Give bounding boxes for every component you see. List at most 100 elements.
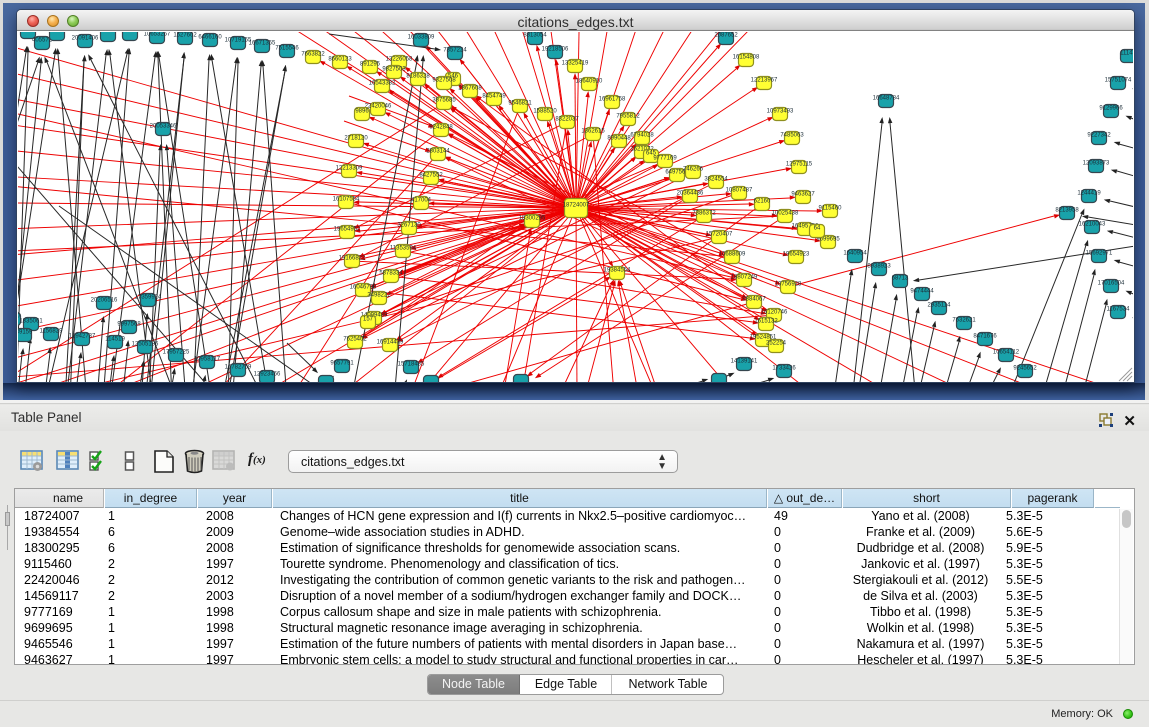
svg-text:7955812: 7955812 [616, 114, 640, 120]
svg-text:1362615: 1362615 [581, 129, 605, 135]
svg-text:39159: 39159 [18, 330, 33, 336]
svg-text:2867608: 2867608 [458, 86, 482, 92]
svg-text:2935114: 2935114 [928, 303, 952, 309]
svg-text:16210043: 16210043 [1079, 222, 1106, 228]
svg-text:19218506: 19218506 [542, 47, 569, 53]
svg-text:8427552: 8427552 [419, 173, 443, 179]
svg-text:2803144: 2803144 [426, 149, 450, 155]
svg-text:1527602: 1527602 [173, 33, 197, 39]
svg-text:18640910: 18640910 [576, 79, 603, 85]
svg-text:5878334: 5878334 [379, 271, 403, 277]
svg-text:10688609: 10688609 [719, 252, 746, 258]
svg-text:15718485: 15718485 [398, 362, 425, 368]
svg-text:20091406: 20091406 [72, 36, 99, 42]
svg-text:12213967: 12213967 [751, 78, 778, 84]
svg-text:9827503: 9827503 [382, 67, 406, 73]
svg-text:2718120: 2718120 [344, 136, 368, 142]
svg-text:9327508: 9327508 [432, 78, 456, 84]
svg-text:9997568: 9997568 [117, 322, 141, 328]
svg-text:16120746: 16120746 [761, 310, 788, 316]
svg-text:10807487: 10807487 [726, 188, 753, 194]
svg-text:16033809: 16033809 [408, 35, 435, 41]
svg-text:8471676: 8471676 [973, 334, 997, 340]
svg-text:10958117: 10958117 [194, 357, 221, 363]
svg-text:12213309: 12213309 [336, 166, 363, 172]
svg-text:1156829: 1156829 [40, 329, 64, 335]
svg-text:7386372: 7386372 [692, 211, 716, 217]
svg-text:114519: 114519 [105, 337, 125, 343]
svg-text:9546821: 9546821 [508, 101, 532, 107]
svg-text:12505185: 12505185 [132, 342, 159, 348]
svg-text:2087652: 2087652 [714, 33, 738, 39]
svg-text:1615132: 1615132 [754, 319, 778, 325]
svg-text:746266: 746266 [683, 167, 704, 173]
svg-text:9474444: 9474444 [910, 289, 934, 295]
svg-text:16046798: 16046798 [350, 285, 377, 291]
svg-text:17016504: 17016504 [1098, 281, 1125, 287]
svg-text:13226058: 13226058 [386, 57, 413, 63]
svg-text:1588520: 1588520 [533, 109, 557, 115]
svg-text:8660123: 8660123 [328, 57, 352, 63]
svg-text:13325419: 13325419 [562, 61, 589, 67]
svg-text:7357224: 7357224 [443, 48, 467, 54]
svg-text:8813054: 8813054 [523, 33, 547, 39]
svg-text:252254: 252254 [766, 341, 787, 347]
svg-text:891295: 891295 [360, 62, 381, 68]
svg-text:7625402: 7625402 [343, 337, 367, 343]
svg-text:1733426: 1733426 [772, 366, 796, 372]
svg-text:7632621: 7632621 [952, 318, 976, 324]
svg-text:9242848: 9242848 [429, 125, 453, 131]
svg-text:10973493: 10973493 [767, 109, 794, 115]
svg-text:10756928: 10756928 [775, 282, 802, 288]
svg-text:8990448: 8990448 [607, 136, 631, 142]
svg-text:16107554: 16107554 [333, 197, 360, 203]
svg-text:3267130: 3267130 [397, 223, 421, 229]
svg-text:16671355: 16671355 [249, 41, 276, 47]
svg-text:417004: 417004 [411, 198, 432, 204]
svg-text:12923466: 12923466 [254, 372, 281, 378]
svg-text:68713: 68713 [892, 276, 909, 282]
svg-text:7663822: 7663822 [301, 52, 325, 58]
svg-text:10654112: 10654112 [993, 350, 1020, 356]
svg-text:9896: 9896 [355, 109, 369, 115]
svg-text:3875685: 3875685 [432, 98, 456, 104]
svg-text:16543382: 16543382 [369, 81, 396, 87]
svg-text:19384554: 19384554 [604, 268, 631, 274]
svg-text:12942737: 12942737 [69, 334, 96, 340]
svg-text:1640954: 1640954 [843, 251, 867, 257]
svg-text:20206516: 20206516 [91, 298, 118, 304]
svg-text:16648784: 16648784 [873, 96, 900, 102]
svg-text:12975115: 12975115 [786, 162, 813, 168]
svg-text:18300295: 18300295 [519, 216, 546, 222]
svg-text:9777169: 9777169 [653, 156, 677, 162]
svg-text:11147: 11147 [1120, 51, 1133, 57]
svg-text:15720407: 15720407 [706, 232, 733, 238]
svg-text:64: 64 [814, 226, 821, 232]
svg-text:7515546: 7515546 [275, 46, 299, 52]
svg-text:3498222: 3498222 [367, 293, 391, 299]
svg-text:3824554: 3824554 [704, 177, 728, 183]
svg-text:9115460: 9115460 [819, 206, 843, 212]
svg-text:14139141: 14139141 [731, 359, 758, 365]
svg-text:6794028: 6794028 [630, 133, 654, 139]
svg-text:9657791: 9657791 [330, 361, 354, 367]
svg-text:9227342: 9227342 [1087, 133, 1111, 139]
svg-text:20364436: 20364436 [677, 191, 704, 197]
svg-text:8938923: 8938923 [867, 264, 891, 270]
svg-text:8213958: 8213958 [1055, 208, 1079, 214]
svg-text:19654952: 19654952 [334, 227, 361, 233]
svg-text:8454749: 8454749 [482, 94, 506, 100]
svg-text:16914479: 16914479 [377, 340, 404, 346]
svg-text:15692971: 15692971 [1086, 251, 1113, 257]
svg-text:12093873: 12093873 [1083, 161, 1110, 167]
svg-text:6466160: 6466160 [198, 35, 222, 41]
svg-text:9129966: 9129966 [1099, 106, 1123, 112]
svg-text:16961758: 16961758 [599, 97, 626, 103]
svg-text:17957225: 17957225 [163, 350, 190, 356]
svg-text:62160: 62160 [754, 199, 771, 205]
svg-text:10025438: 10025438 [772, 211, 799, 217]
svg-text:18807249: 18807249 [731, 275, 758, 281]
svg-text:20053346: 20053346 [150, 124, 177, 130]
svg-text:19654923: 19654923 [783, 252, 810, 258]
svg-text:9463627: 9463627 [791, 192, 815, 198]
